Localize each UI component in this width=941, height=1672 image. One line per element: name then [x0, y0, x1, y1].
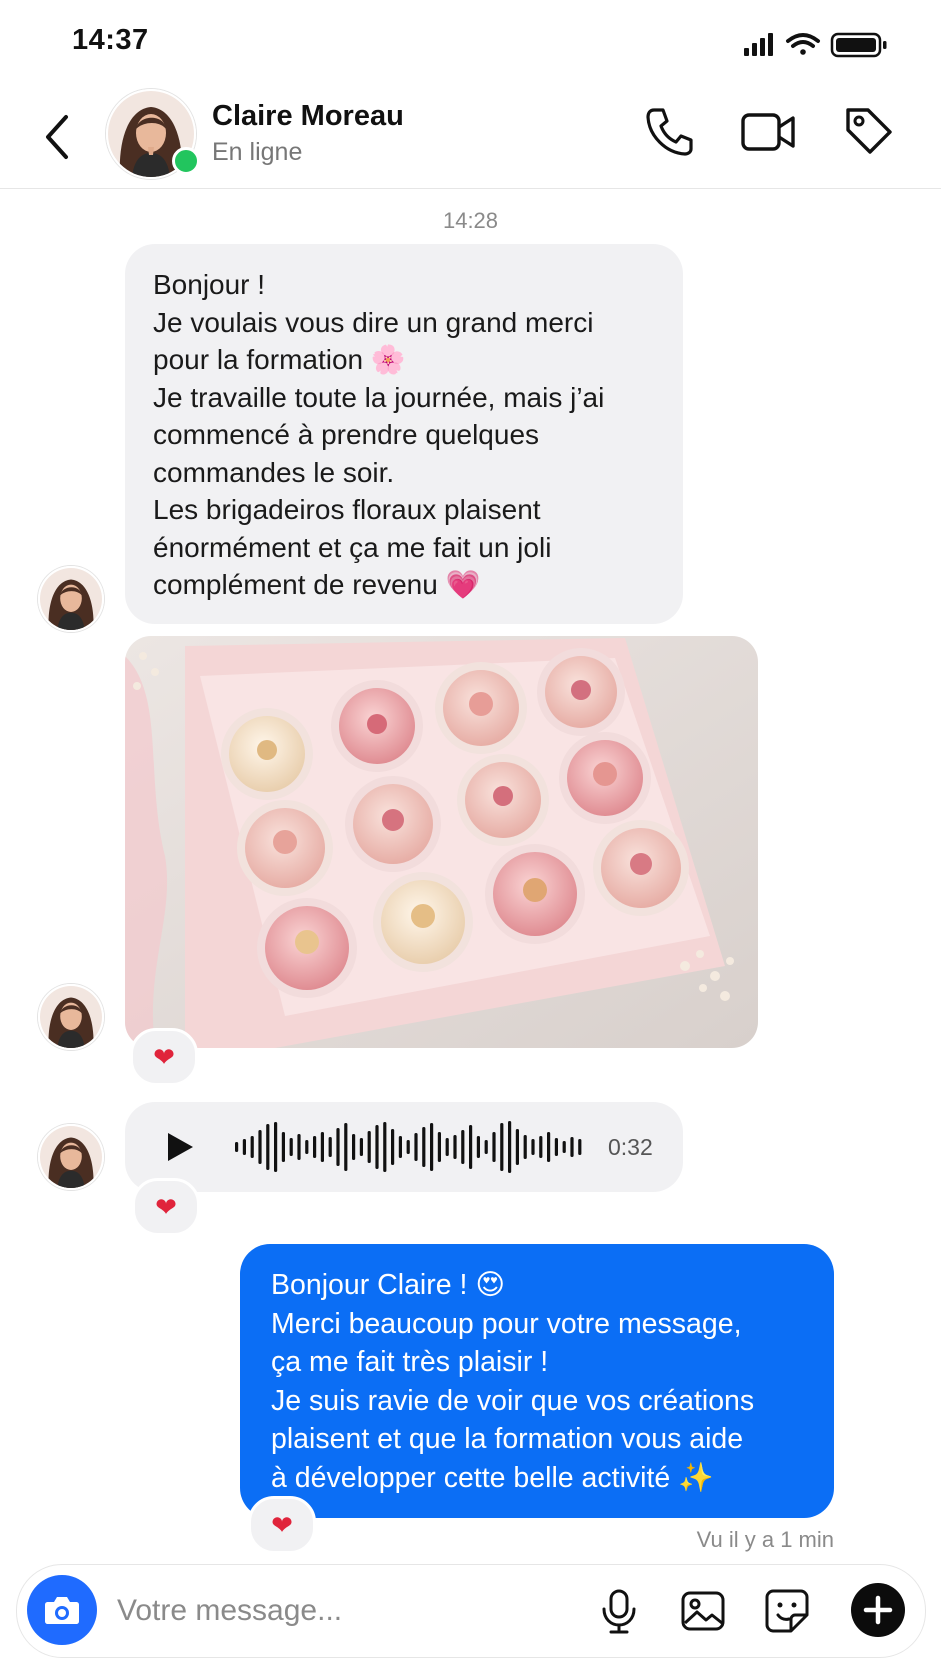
plus-icon — [863, 1595, 893, 1625]
chat-header: Claire Moreau En ligne — [0, 80, 941, 189]
waveform-bar — [297, 1134, 301, 1160]
message-line: énormément et ça me fait un joli — [153, 531, 552, 563]
waveform-bar — [242, 1139, 246, 1155]
waveform-bar — [445, 1138, 449, 1156]
video-camera-icon[interactable] — [740, 106, 796, 158]
waveform-bar — [352, 1134, 356, 1160]
seen-status: Vu il y a 1 min — [696, 1527, 834, 1552]
waveform-bar — [476, 1136, 480, 1158]
waveform-bar — [523, 1135, 527, 1159]
message-line: Bonjour ! — [153, 269, 266, 300]
status-time: 14:37 — [72, 24, 149, 56]
contact-name[interactable]: Claire Moreau — [212, 100, 404, 133]
sender-avatar[interactable] — [38, 984, 104, 1050]
message-timestamp: 14:28 — [442, 208, 499, 233]
signal-icon — [744, 33, 773, 56]
message-line: Je suis ravie de voir que vos créations — [271, 1384, 755, 1417]
waveform-bar — [336, 1128, 340, 1166]
message-line: à développer cette belle activité ✨ — [271, 1461, 714, 1494]
sender-avatar[interactable] — [38, 1124, 104, 1190]
message-composer — [16, 1564, 926, 1658]
waveform-bar — [484, 1140, 488, 1154]
waveform-bar — [430, 1123, 434, 1171]
message-line: pour la formation 🌸 — [153, 344, 406, 375]
waveform-bar — [250, 1136, 254, 1158]
waveform-bar — [258, 1130, 262, 1164]
waveform-bar — [453, 1135, 457, 1159]
waveform-bar — [547, 1132, 551, 1162]
waveform-bar — [562, 1141, 566, 1153]
waveform-bar — [406, 1140, 410, 1154]
waveform-bar — [383, 1122, 387, 1172]
waveform-bar — [515, 1129, 519, 1165]
message-line: Je travaille toute la journée, mais j’ai — [153, 381, 605, 413]
audio-waveform[interactable] — [231, 1120, 591, 1174]
waveform-bar — [375, 1125, 379, 1169]
waveform-bar — [414, 1133, 418, 1161]
back-arrow-icon[interactable] — [38, 112, 78, 162]
outgoing-message-bubble[interactable]: Bonjour Claire ! 😍 Merci beaucoup pour v… — [240, 1244, 834, 1518]
waveform-bar — [235, 1142, 239, 1152]
waveform-bar — [554, 1138, 558, 1156]
wifi-icon — [786, 33, 820, 55]
message-line: commencé à prendre quelques — [153, 419, 540, 450]
waveform-bar — [492, 1132, 496, 1162]
message-line: Merci beaucoup pour votre message, — [271, 1307, 742, 1340]
waveform-bar — [398, 1136, 402, 1158]
phone-icon[interactable] — [644, 106, 694, 158]
waveform-bar — [508, 1121, 512, 1173]
message-line: Bonjour Claire ! 😍 — [271, 1269, 506, 1301]
message-line: plaisent et que la formation vous aide — [271, 1423, 744, 1455]
camera-button[interactable] — [27, 1575, 97, 1645]
sticker-icon[interactable] — [763, 1587, 811, 1635]
microphone-icon[interactable] — [595, 1587, 643, 1635]
waveform-bar — [281, 1132, 285, 1162]
message-line: commandes le soir. — [153, 456, 395, 488]
waveform-bar — [320, 1132, 324, 1162]
waveform-bar — [461, 1130, 465, 1164]
message-line: Les brigadeiros floraux plaisent — [153, 494, 541, 525]
heart-reaction[interactable]: ❤ — [248, 1496, 316, 1554]
gallery-icon[interactable] — [679, 1587, 727, 1635]
waveform-bar — [328, 1137, 332, 1157]
waveform-bar — [289, 1138, 293, 1156]
contact-status: En ligne — [212, 138, 303, 166]
message-line: complément de revenu 💗 — [153, 569, 481, 600]
plus-button[interactable] — [851, 1583, 905, 1637]
waveform-bar — [469, 1125, 473, 1169]
waveform-bar — [437, 1132, 441, 1162]
photo-message[interactable] — [125, 636, 758, 1048]
waveform-bar — [570, 1137, 574, 1157]
waveform-bar — [391, 1129, 395, 1165]
camera-icon — [45, 1597, 79, 1624]
outgoing-message-text: Bonjour Claire ! 😍 Merci beaucoup pour v… — [271, 1266, 754, 1497]
voice-message-bubble: 0:32 — [125, 1102, 683, 1192]
play-icon[interactable] — [161, 1129, 197, 1165]
heart-reaction[interactable]: ❤ — [130, 1028, 198, 1086]
voice-duration: 0:32 — [608, 1134, 653, 1160]
tag-icon[interactable] — [842, 104, 894, 160]
heart-reaction[interactable]: ❤ — [132, 1178, 200, 1236]
waveform-bar — [274, 1122, 278, 1172]
message-line: ça me fait très plaisir ! — [271, 1346, 549, 1378]
message-line: Je voulais vous dire un grand merci — [153, 306, 594, 338]
waveform-bar — [344, 1123, 348, 1171]
status-icons — [744, 32, 887, 58]
waveform-bar — [500, 1123, 504, 1171]
waveform-bar — [266, 1124, 270, 1170]
sender-avatar[interactable] — [38, 566, 104, 632]
battery-icon — [830, 32, 887, 58]
incoming-message-bubble[interactable]: Bonjour ! Je voulais vous dire un grand … — [125, 244, 683, 624]
waveform-bar — [578, 1139, 582, 1155]
incoming-message-text: Bonjour ! Je voulais vous dire un grand … — [153, 266, 604, 604]
waveform-bar — [359, 1138, 363, 1156]
online-indicator — [172, 147, 200, 175]
waveform-bar — [313, 1136, 317, 1158]
waveform-bar — [367, 1131, 371, 1163]
waveform-bar — [539, 1136, 543, 1158]
waveform-bar — [531, 1139, 535, 1155]
waveform-bar — [305, 1140, 309, 1154]
message-input[interactable] — [117, 1587, 537, 1635]
waveform-bar — [422, 1127, 426, 1167]
